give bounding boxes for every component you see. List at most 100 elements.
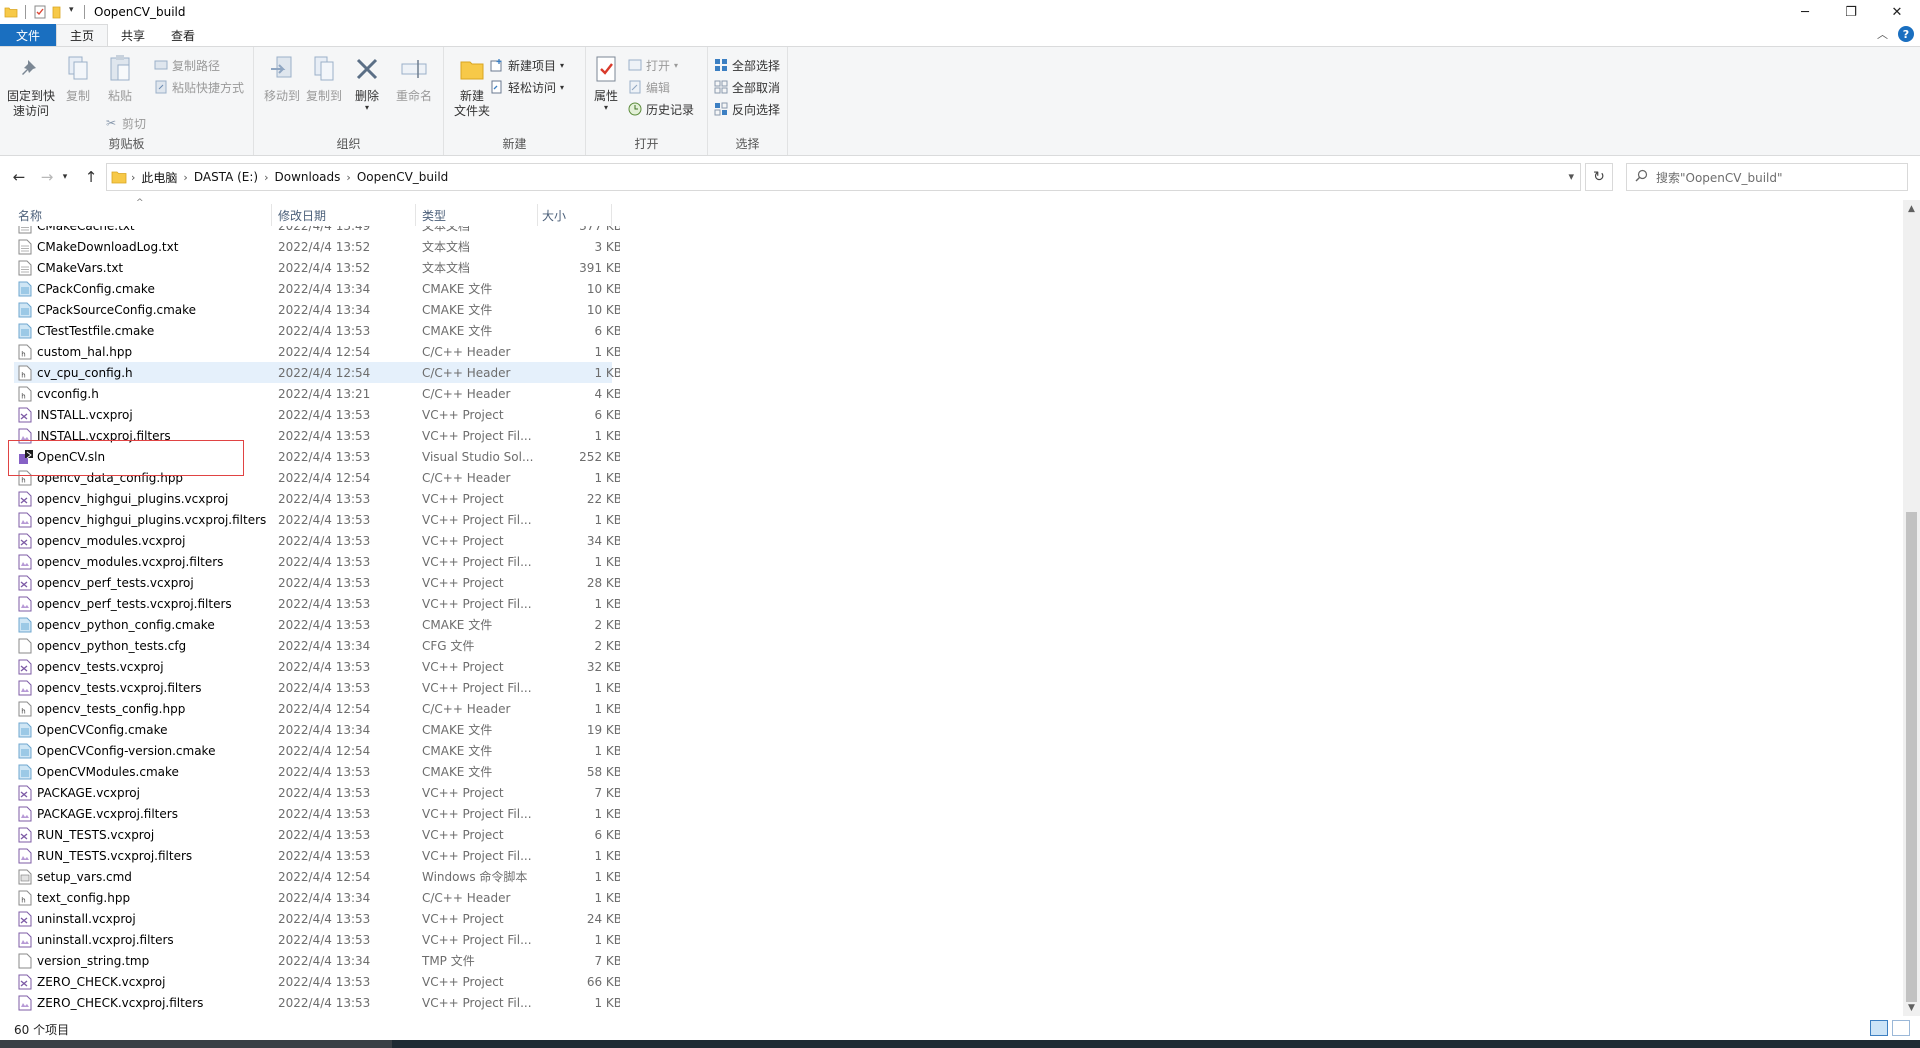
- file-type: C/C++ Header: [422, 344, 511, 359]
- file-row[interactable]: ZERO_CHECK.vcxproj 2022/4/4 13:53 VC++ Pro…: [14, 971, 620, 992]
- delete-button[interactable]: 删除 ▾: [352, 53, 382, 112]
- file-row[interactable]: opencv_python_tests.cfg 2022/4/4 13:34 CFG…: [14, 635, 620, 656]
- tab-file[interactable]: 文件: [0, 24, 57, 46]
- address-bar[interactable]: › 此电脑 › DASTA (E:) › Downloads › OopenCV…: [106, 163, 1581, 191]
- back-arrow-icon[interactable]: ←: [6, 164, 32, 190]
- new-folder-icon[interactable]: [51, 5, 65, 19]
- file-row[interactable]: uninstall.vcxproj.filters 2022/4/4 13:53 V…: [14, 929, 620, 950]
- tab-share[interactable]: 共享: [108, 24, 158, 46]
- file-row[interactable]: h opencv_data_config.hpp 2022/4/4 12:54 C/C…: [14, 467, 620, 488]
- breadcrumb-this-pc[interactable]: 此电脑: [135, 169, 183, 186]
- open-button[interactable]: 打开 ▾: [628, 55, 678, 75]
- file-row[interactable]: CMakeDownloadLog.txt 2022/4/4 13:52 文本文档 3 …: [14, 236, 620, 257]
- properties-button[interactable]: 属性 ▾: [590, 53, 622, 112]
- vertical-scrollbar[interactable]: ▲ ▼: [1903, 200, 1920, 1016]
- column-header-size[interactable]: 大小: [538, 204, 612, 226]
- copy-to-button[interactable]: 复制到: [304, 53, 344, 104]
- file-row[interactable]: opencv_modules.vcxproj 2022/4/4 13:53 VC++…: [14, 530, 620, 551]
- file-row[interactable]: h custom_hal.hpp 2022/4/4 12:54 C/C++ Heade…: [14, 341, 620, 362]
- file-row[interactable]: opencv_perf_tests.vcxproj 2022/4/4 13:53 V…: [14, 572, 620, 593]
- invert-selection-button[interactable]: 反向选择: [714, 99, 780, 119]
- breadcrumb-current-folder[interactable]: OopenCV_build: [351, 170, 455, 184]
- file-row[interactable]: opencv_modules.vcxproj.filters 2022/4/4 1…: [14, 551, 620, 572]
- new-item-button[interactable]: 新建项目 ▾: [490, 55, 564, 75]
- file-row[interactable]: OpenCVConfig.cmake 2022/4/4 13:34 CMAKE 文件…: [14, 719, 620, 740]
- file-name: PACKAGE.vcxproj.filters: [37, 806, 178, 821]
- item-count: 60 个项目: [14, 1022, 70, 1037]
- forward-arrow-icon[interactable]: →: [34, 164, 60, 190]
- cut-button[interactable]: ✂ 剪切: [104, 113, 146, 133]
- file-row[interactable]: OpenCVModules.cmake 2022/4/4 13:53 CMAKE 文…: [14, 761, 620, 782]
- filters-file-icon: [18, 806, 32, 822]
- file-row[interactable]: RUN_TESTS.vcxproj.filters 2022/4/4 13:53 V…: [14, 845, 620, 866]
- file-row[interactable]: INSTALL.vcxproj.filters 2022/4/4 13:53 VC+…: [14, 425, 620, 446]
- file-row[interactable]: h opencv_tests_config.hpp 2022/4/4 12:54 C/…: [14, 698, 620, 719]
- file-row[interactable]: CMakeCache.txt 2022/4/4 13:49 文本文档 377 KB: [14, 226, 620, 236]
- file-row[interactable]: ZERO_CHECK.vcxproj.filters 2022/4/4 13:53…: [14, 992, 620, 1013]
- history-button[interactable]: 历史记录: [628, 99, 694, 119]
- move-to-button[interactable]: 移动到: [262, 53, 302, 104]
- scroll-down-arrow-icon[interactable]: ▼: [1903, 999, 1920, 1016]
- rename-button[interactable]: 重命名: [392, 53, 436, 104]
- search-box[interactable]: 搜索"OopenCV_build": [1626, 163, 1908, 191]
- file-row[interactable]: INSTALL.vcxproj 2022/4/4 13:53 VC++ Projec…: [14, 404, 620, 425]
- file-row[interactable]: setup_vars.cmd 2022/4/4 12:54 Windows 命令脚本…: [14, 866, 620, 887]
- column-header-type[interactable]: 类型: [418, 204, 538, 226]
- file-size: 7 KB: [594, 953, 620, 968]
- file-row[interactable]: h text_config.hpp 2022/4/4 13:34 C/C++ Head…: [14, 887, 620, 908]
- file-row[interactable]: RUN_TESTS.vcxproj 2022/4/4 13:53 VC++ Proj…: [14, 824, 620, 845]
- file-row[interactable]: version_string.tmp 2022/4/4 13:34 TMP 文件 7 …: [14, 950, 620, 971]
- file-row[interactable]: opencv_python_config.cmake 2022/4/4 13:53…: [14, 614, 620, 635]
- file-row[interactable]: opencv_highgui_plugins.vcxproj.filters 20…: [14, 509, 620, 530]
- file-name-cell: opencv_modules.vcxproj.filters: [18, 551, 223, 572]
- paste-shortcut-button[interactable]: 粘贴快捷方式: [154, 77, 244, 97]
- minimize-button[interactable]: ─: [1782, 0, 1828, 24]
- file-row[interactable]: CMakeVars.txt 2022/4/4 13:52 文本文档 391 KB: [14, 257, 620, 278]
- file-row[interactable]: h cvconfig.h 2022/4/4 13:21 C/C++ Header 4 K…: [14, 383, 620, 404]
- breadcrumb-drive[interactable]: DASTA (E:): [188, 170, 264, 184]
- refresh-button[interactable]: ↻: [1585, 163, 1613, 191]
- scroll-up-arrow-icon[interactable]: ▲: [1903, 200, 1920, 217]
- properties-icon[interactable]: [33, 5, 47, 19]
- new-folder-button[interactable]: 新建 文件夹: [450, 53, 494, 119]
- file-row[interactable]: opencv_tests.vcxproj 2022/4/4 13:53 VC++ P…: [14, 656, 620, 677]
- file-row[interactable]: CTestTestfile.cmake 2022/4/4 13:53 CMAKE 文…: [14, 320, 620, 341]
- maximize-button[interactable]: ❐: [1828, 0, 1874, 24]
- paste-button[interactable]: 粘贴: [104, 53, 136, 104]
- address-dropdown-chevron-icon[interactable]: ▾: [1568, 170, 1574, 183]
- file-row[interactable]: PACKAGE.vcxproj.filters 2022/4/4 13:53 VC+…: [14, 803, 620, 824]
- recent-locations-chevron-icon[interactable]: ▾: [58, 164, 72, 190]
- edit-button[interactable]: 编辑: [628, 77, 670, 97]
- file-row[interactable]: opencv_highgui_plugins.vcxproj 2022/4/4 1…: [14, 488, 620, 509]
- file-row[interactable]: OpenCVConfig-version.cmake 2022/4/4 12:54…: [14, 740, 620, 761]
- column-header-name[interactable]: 名称: [14, 204, 272, 226]
- file-name-cell: setup_vars.cmd: [18, 866, 132, 887]
- file-row[interactable]: OpenCV.sln 2022/4/4 13:53 Visual Studio So…: [14, 446, 620, 467]
- column-header-date[interactable]: 修改日期: [274, 204, 416, 226]
- file-name-cell: CMakeCache.txt: [18, 226, 135, 236]
- details-view-icon[interactable]: [1870, 1020, 1888, 1036]
- select-all-button[interactable]: 全部选择: [714, 55, 780, 75]
- copy-button[interactable]: 复制: [62, 53, 94, 104]
- close-button[interactable]: ✕: [1874, 0, 1920, 24]
- file-row[interactable]: PACKAGE.vcxproj 2022/4/4 13:53 VC++ Projec…: [14, 782, 620, 803]
- ribbon-collapse-icon[interactable]: ︿: [1877, 26, 1888, 42]
- tab-view[interactable]: 查看: [158, 24, 208, 46]
- help-icon[interactable]: ?: [1898, 26, 1914, 42]
- file-row[interactable]: opencv_tests.vcxproj.filters 2022/4/4 13:…: [14, 677, 620, 698]
- easy-access-button[interactable]: 轻松访问 ▾: [490, 77, 564, 97]
- chevron-down-icon[interactable]: ▾: [69, 5, 77, 19]
- file-row[interactable]: CPackConfig.cmake 2022/4/4 13:34 CMAKE 文件 1…: [14, 278, 620, 299]
- file-row[interactable]: CPackSourceConfig.cmake 2022/4/4 13:34 CMA…: [14, 299, 620, 320]
- copy-path-button[interactable]: 复制路径: [154, 55, 220, 75]
- pin-quick-access-button[interactable]: 固定到快 速访问: [6, 53, 56, 119]
- breadcrumb-downloads[interactable]: Downloads: [269, 170, 347, 184]
- select-none-button[interactable]: 全部取消: [714, 77, 780, 97]
- up-arrow-icon[interactable]: ↑: [78, 164, 104, 190]
- large-icons-view-icon[interactable]: [1892, 1020, 1910, 1036]
- file-row[interactable]: uninstall.vcxproj 2022/4/4 13:53 VC++ Proj…: [14, 908, 620, 929]
- file-row[interactable]: h cv_cpu_config.h 2022/4/4 12:54 C/C++ Head…: [14, 362, 620, 383]
- scrollbar-thumb[interactable]: [1906, 512, 1917, 1002]
- file-row[interactable]: opencv_perf_tests.vcxproj.filters 2022/4/…: [14, 593, 620, 614]
- tab-home[interactable]: 主页: [56, 24, 109, 46]
